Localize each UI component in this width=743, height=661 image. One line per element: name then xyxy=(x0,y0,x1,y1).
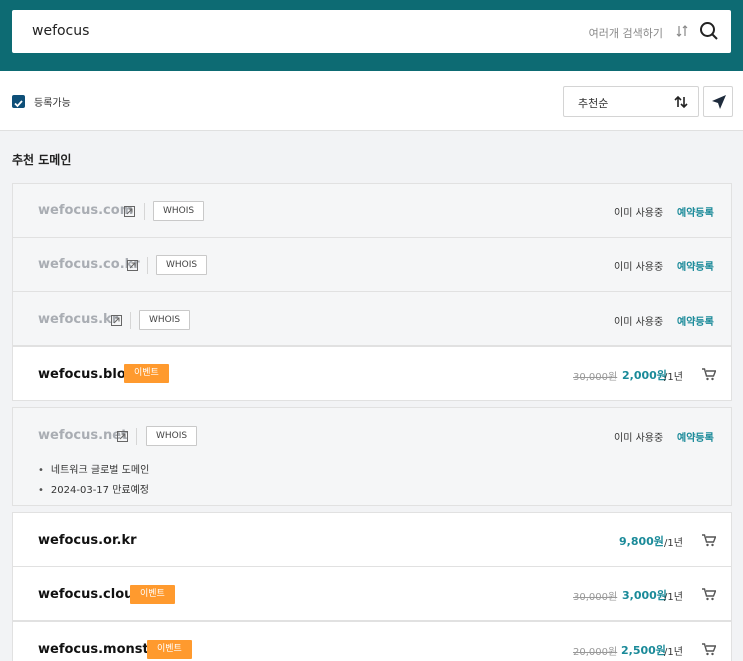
available-only-checkbox[interactable] xyxy=(12,95,25,108)
original-price: 30,000원 xyxy=(573,592,618,603)
note-item: 2024-03-17 만료예정 xyxy=(38,481,149,496)
domain-row: wefocus.com WHOIS 이미 사용중 예약등록 xyxy=(12,183,732,238)
multi-search-link[interactable]: 여러개 검색하기 xyxy=(589,25,663,41)
original-price: 30,000원 xyxy=(573,372,618,383)
search-header: wefocus 여러개 검색하기 xyxy=(0,0,743,71)
domain-row: wefocus.net WHOIS 이미 사용중 예약등록 네트워크 글로벌 도… xyxy=(12,407,732,506)
whois-button[interactable]: WHOIS xyxy=(139,310,191,330)
period-text: /1년 xyxy=(664,592,683,603)
event-badge: 이벤트 xyxy=(147,640,192,659)
cart-icon[interactable] xyxy=(702,368,716,381)
available-only-label[interactable]: 등록가능 xyxy=(34,94,71,109)
period-text: /1년 xyxy=(664,372,683,383)
whois-button[interactable]: WHOIS xyxy=(153,201,205,221)
domain-row[interactable]: wefocus.or.kr 9,800원 /1년 xyxy=(12,512,732,567)
domain-name[interactable]: wefocus.cloud xyxy=(38,587,143,602)
whois-button[interactable]: WHOIS xyxy=(156,255,208,275)
divider xyxy=(130,312,131,329)
cart-icon[interactable] xyxy=(702,588,716,601)
send-icon xyxy=(712,95,726,109)
domain-name[interactable]: wefocus.blog xyxy=(38,367,135,382)
domain-row[interactable]: wefocus.cloud 이벤트 30,000원 3,000원 /1년 xyxy=(12,566,732,621)
checkmark-icon xyxy=(14,100,23,108)
domain-row[interactable]: wefocus.blog 이벤트 30,000원 2,000원 /1년 xyxy=(12,346,732,401)
sort-select[interactable]: 추천순 xyxy=(563,86,699,117)
section-title: 추천 도메인 xyxy=(12,153,72,167)
sale-price: 2,000원 xyxy=(622,369,667,382)
filter-bar: 등록가능 추천순 xyxy=(0,71,743,131)
multi-search-icon[interactable] xyxy=(676,24,688,38)
cart-icon[interactable] xyxy=(702,643,716,656)
cart-icon[interactable] xyxy=(702,534,716,547)
sort-select-value: 추천순 xyxy=(578,97,609,110)
domain-row: wefocus.co.kr WHOIS 이미 사용중 예약등록 xyxy=(12,237,732,292)
send-button[interactable] xyxy=(703,86,733,117)
period-text: /1년 xyxy=(664,538,683,549)
domain-name[interactable]: wefocus.com xyxy=(38,203,133,218)
domain-name[interactable]: wefocus.kr xyxy=(38,312,118,327)
divider xyxy=(147,257,148,274)
domain-notes: 네트워크 글로벌 도메인 2024-03-17 만료예정 xyxy=(38,461,149,501)
status-text: 이미 사용중 xyxy=(614,433,664,444)
domain-name[interactable]: wefocus.net xyxy=(38,428,127,443)
search-input[interactable]: wefocus xyxy=(32,23,89,39)
sort-arrows-icon xyxy=(674,95,688,109)
status-text: 이미 사용중 xyxy=(614,262,664,273)
search-icon[interactable] xyxy=(699,21,719,41)
domain-name[interactable]: wefocus.monster xyxy=(38,642,164,657)
divider xyxy=(144,203,145,220)
sale-price: 3,000원 xyxy=(622,589,667,602)
domain-name[interactable]: wefocus.co.kr xyxy=(38,257,140,272)
event-badge: 이벤트 xyxy=(130,585,175,604)
domain-row[interactable]: wefocus.monster 이벤트 20,000원 2,500원 /1년 xyxy=(12,621,732,661)
reserve-link[interactable]: 예약등록 xyxy=(677,204,714,219)
external-link-icon[interactable] xyxy=(127,260,138,271)
reserve-link[interactable]: 예약등록 xyxy=(677,258,714,273)
sale-price: 2,500원 xyxy=(621,644,666,657)
external-link-icon[interactable] xyxy=(124,206,135,217)
external-link-icon[interactable] xyxy=(111,315,122,326)
domain-name[interactable]: wefocus.or.kr xyxy=(38,533,137,548)
divider xyxy=(136,428,137,445)
sale-price: 9,800원 xyxy=(619,535,664,548)
status-text: 이미 사용중 xyxy=(614,208,664,219)
reserve-link[interactable]: 예약등록 xyxy=(677,429,714,444)
reserve-link[interactable]: 예약등록 xyxy=(677,313,714,328)
domain-row: wefocus.kr WHOIS 이미 사용중 예약등록 xyxy=(12,291,732,346)
search-box[interactable]: wefocus 여러개 검색하기 xyxy=(12,10,731,53)
note-item: 네트워크 글로벌 도메인 xyxy=(38,461,149,476)
original-price: 20,000원 xyxy=(573,647,618,658)
period-text: /1년 xyxy=(664,647,683,658)
event-badge: 이벤트 xyxy=(124,364,169,383)
status-text: 이미 사용중 xyxy=(614,317,664,328)
whois-button[interactable]: WHOIS xyxy=(146,426,198,446)
external-link-icon[interactable] xyxy=(117,431,128,442)
